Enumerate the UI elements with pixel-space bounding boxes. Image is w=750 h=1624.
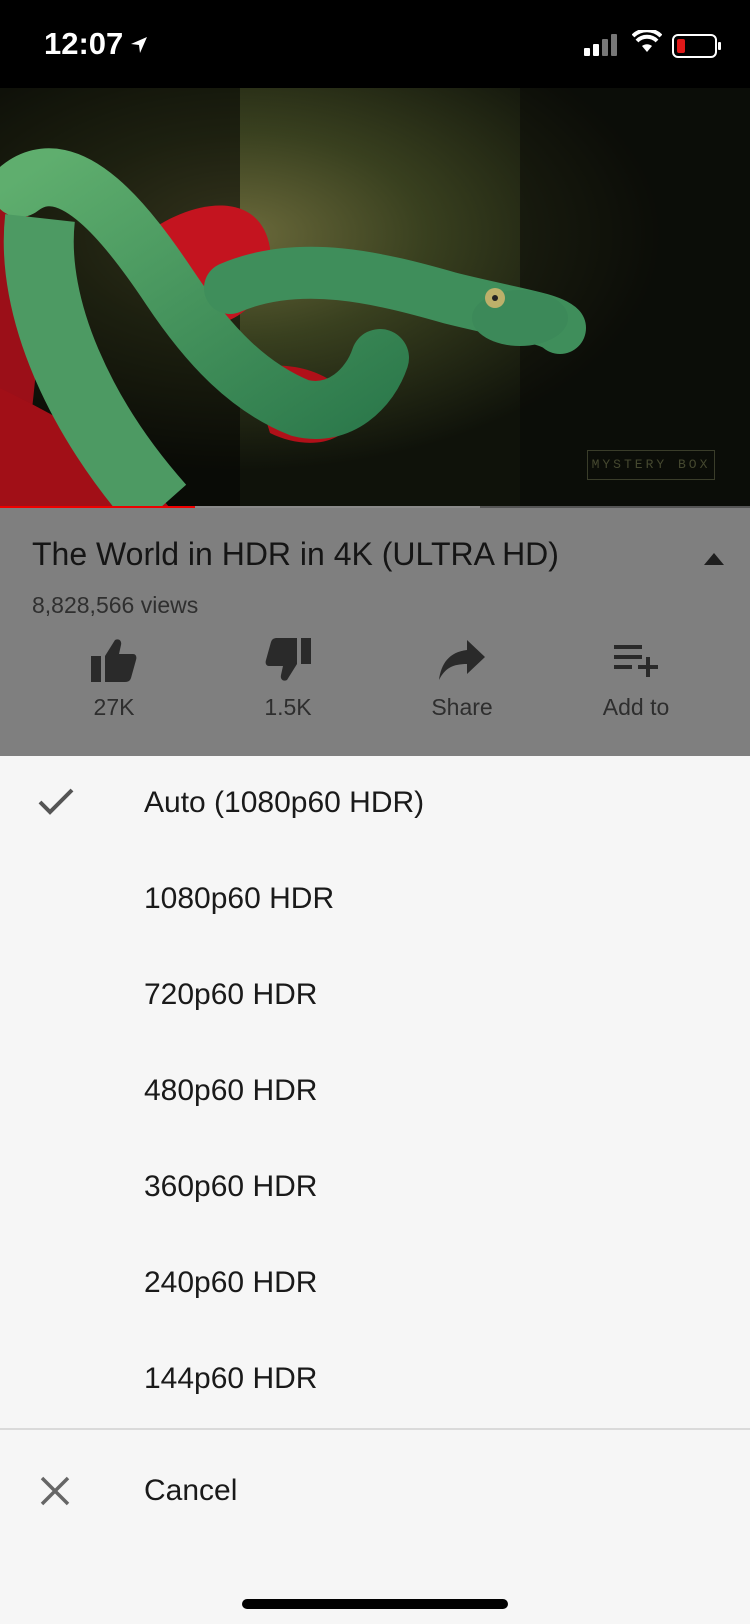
dislike-button[interactable]: 1.5K [218, 634, 358, 721]
like-button[interactable]: 27K [44, 634, 184, 721]
quality-option-label: 480p60 HDR [144, 1074, 318, 1107]
location-arrow-icon [130, 36, 148, 59]
checkmark-icon [38, 788, 74, 821]
status-time: 12:07 [44, 26, 124, 61]
cancel-label: Cancel [144, 1474, 238, 1507]
quality-sheet: Auto (1080p60 HDR) 1080p60 HDR 720p60 HD… [0, 756, 750, 1624]
thumbs-down-icon [218, 634, 358, 686]
collapse-arrow-icon[interactable] [704, 552, 724, 570]
quality-option-label: Auto (1080p60 HDR) [144, 786, 425, 819]
share-icon [392, 634, 532, 686]
quality-option-240p60[interactable]: 240p60 HDR [0, 1236, 750, 1332]
quality-option-label: 240p60 HDR [144, 1266, 318, 1299]
battery-icon [672, 34, 722, 63]
watermark-label: MYSTERY BOX [587, 450, 715, 480]
sheet-divider [0, 1428, 750, 1430]
status-bar: 12:07 [0, 0, 750, 88]
cancel-button[interactable]: Cancel [0, 1436, 750, 1546]
share-label: Share [431, 694, 493, 720]
quality-option-480p60[interactable]: 480p60 HDR [0, 1044, 750, 1140]
video-info-panel: The World in HDR in 4K (ULTRA HD) 8,828,… [0, 508, 750, 756]
home-indicator[interactable] [242, 1599, 508, 1609]
quality-option-label: 1080p60 HDR [144, 882, 335, 915]
wifi-icon [631, 28, 663, 59]
quality-option-label: 144p60 HDR [144, 1362, 318, 1395]
add-to-label: Add to [602, 694, 670, 720]
add-to-playlist-icon [566, 634, 706, 686]
quality-option-144p60[interactable]: 144p60 HDR [0, 1332, 750, 1428]
close-icon [40, 1476, 70, 1511]
video-player[interactable]: MYSTERY BOX [0, 88, 750, 508]
quality-option-label: 360p60 HDR [144, 1170, 318, 1203]
video-title: The World in HDR in 4K (ULTRA HD) [32, 536, 559, 572]
video-frame-image [0, 88, 750, 508]
quality-option-720p60[interactable]: 720p60 HDR [0, 948, 750, 1044]
add-to-button[interactable]: Add to [566, 634, 706, 721]
like-count: 27K [93, 694, 135, 720]
quality-option-label: 720p60 HDR [144, 978, 318, 1011]
quality-option-360p60[interactable]: 360p60 HDR [0, 1140, 750, 1236]
share-button[interactable]: Share [392, 634, 532, 721]
dislike-count: 1.5K [264, 694, 312, 720]
thumbs-up-icon [44, 634, 184, 686]
cellular-signal-icon [584, 34, 620, 61]
view-count: 8,828,566 views [32, 592, 199, 618]
quality-option-auto[interactable]: Auto (1080p60 HDR) [0, 756, 750, 852]
quality-option-1080p60[interactable]: 1080p60 HDR [0, 852, 750, 948]
